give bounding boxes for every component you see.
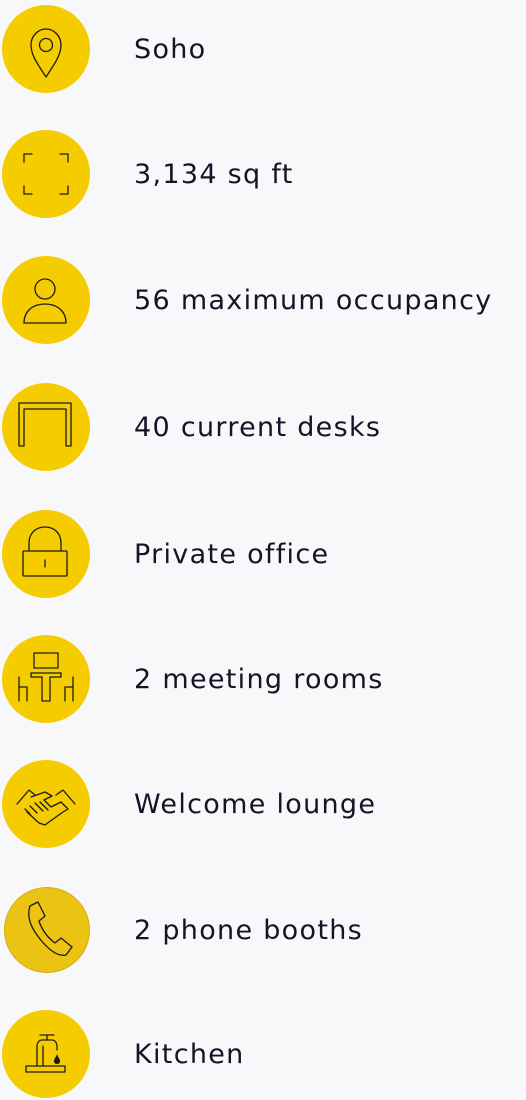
location-pin-icon [2,5,90,93]
feature-label-phone-booths: 2 phone booths [134,915,363,946]
lock-icon [2,510,90,598]
meeting-table-icon [2,635,90,723]
feature-label-lounge: Welcome lounge [134,789,377,820]
feature-item-occupancy: 56 maximum occupancy [0,256,526,346]
feature-item-desks: 40 current desks [0,383,526,473]
feature-label-private-office: Private office [134,539,330,570]
desk-icon [2,383,90,471]
phone-icon [4,887,90,973]
person-icon [2,256,90,344]
feature-item-phone-booths: 2 phone booths [0,886,526,976]
faucet-icon [2,1010,90,1098]
feature-item-private-office: Private office [0,510,526,600]
feature-item-area: 3,134 sq ft [0,130,526,220]
area-frame-icon [2,130,90,218]
handshake-icon [2,760,90,848]
feature-label-area: 3,134 sq ft [134,159,294,190]
feature-label-location: Soho [134,34,207,65]
feature-item-lounge: Welcome lounge [0,760,526,850]
feature-list: Soho 3,134 sq ft 56 maximum occupancy 40… [0,0,526,1098]
feature-item-location: Soho [0,5,526,95]
feature-label-meeting-rooms: 2 meeting rooms [134,664,384,695]
feature-item-kitchen: Kitchen [0,1010,526,1100]
feature-label-desks: 40 current desks [134,412,382,443]
feature-label-occupancy: 56 maximum occupancy [134,285,493,316]
feature-label-kitchen: Kitchen [134,1039,245,1070]
feature-item-meeting-rooms: 2 meeting rooms [0,635,526,725]
